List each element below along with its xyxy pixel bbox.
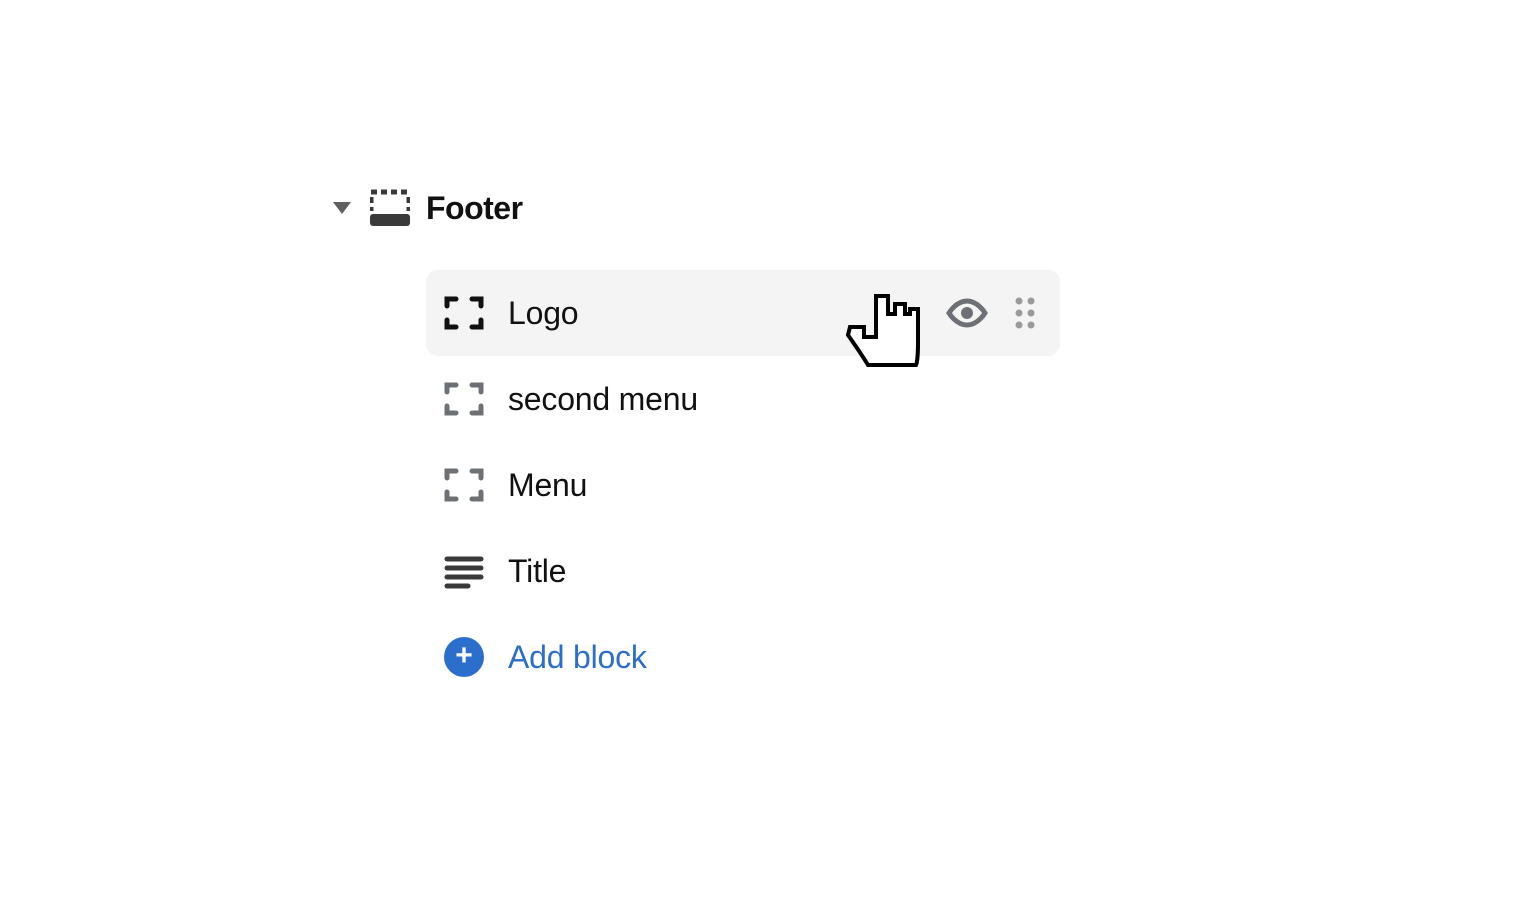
section-children: Logo — [426, 270, 1060, 700]
section-header-footer[interactable]: Footer — [330, 182, 1060, 234]
sections-panel: Footer Logo — [330, 182, 1060, 700]
add-block-button[interactable]: + Add block — [426, 614, 1060, 700]
block-item-label: second menu — [508, 381, 1040, 418]
hover-actions — [946, 296, 1040, 330]
caret-down-icon — [330, 202, 354, 214]
visibility-toggle-icon[interactable] — [946, 298, 988, 328]
block-icon — [444, 293, 484, 333]
block-item-second-menu[interactable]: second menu — [426, 356, 1060, 442]
block-item-label: Logo — [508, 295, 922, 332]
block-icon — [444, 379, 484, 419]
plus-circle-icon: + — [444, 637, 484, 677]
add-block-label: Add block — [508, 639, 647, 676]
block-item-logo[interactable]: Logo — [426, 270, 1060, 356]
text-icon — [444, 551, 484, 591]
section-footer-icon — [370, 188, 410, 228]
block-item-menu[interactable]: Menu — [426, 442, 1060, 528]
section-title: Footer — [426, 190, 523, 227]
block-item-title[interactable]: Title — [426, 528, 1060, 614]
block-icon — [444, 465, 484, 505]
block-item-label: Menu — [508, 467, 1040, 504]
block-item-label: Title — [508, 553, 1040, 590]
drag-handle-icon[interactable] — [1014, 296, 1036, 330]
